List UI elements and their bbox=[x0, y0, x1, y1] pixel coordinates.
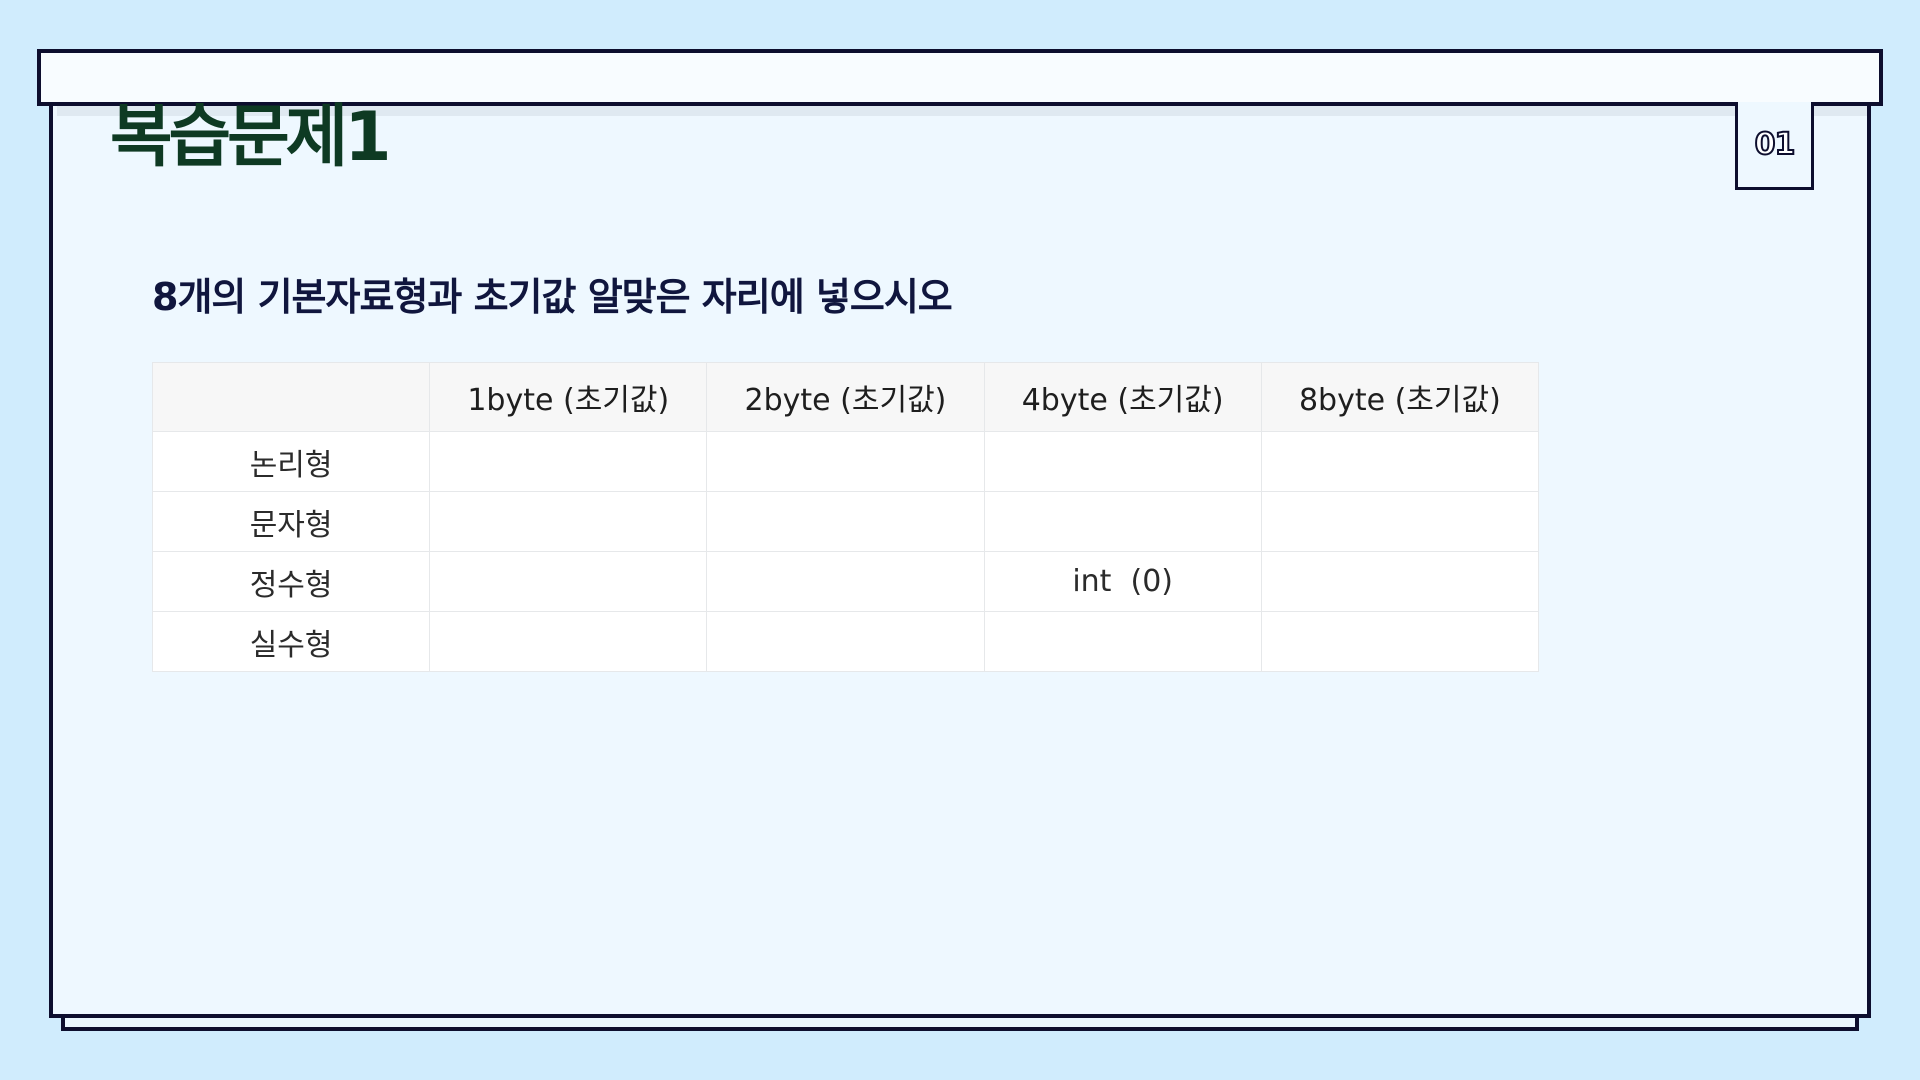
table-header-row: 1byte (초기값) 2byte (초기값) 4byte (초기값) 8byt… bbox=[151, 362, 1540, 432]
table-cell: int (0) bbox=[983, 551, 1262, 612]
table-cell bbox=[1260, 611, 1540, 672]
row-label: 논리형 bbox=[151, 431, 431, 492]
header-cell bbox=[151, 362, 431, 432]
table-cell bbox=[706, 431, 985, 492]
header-cell: 1byte (초기값) bbox=[429, 362, 708, 432]
table-cell bbox=[983, 611, 1262, 672]
slide-title: 복습문제1 bbox=[110, 98, 392, 177]
header-cell: 8byte (초기값) bbox=[1260, 362, 1540, 432]
table-cell bbox=[706, 611, 985, 672]
table-row: 정수형 int (0) bbox=[151, 551, 1540, 612]
data-type-table: 1byte (초기값) 2byte (초기값) 4byte (초기값) 8byt… bbox=[151, 362, 1540, 672]
page-number-tab: 01 bbox=[1735, 102, 1814, 190]
table-cell bbox=[429, 491, 708, 552]
row-label: 정수형 bbox=[151, 551, 431, 612]
table-cell bbox=[706, 551, 985, 612]
table-cell bbox=[429, 431, 708, 492]
page-number: 01 bbox=[1754, 126, 1797, 163]
table-cell bbox=[1260, 431, 1540, 492]
table-cell bbox=[983, 431, 1262, 492]
table-cell bbox=[983, 491, 1262, 552]
table-cell bbox=[1260, 551, 1540, 612]
header-cell: 2byte (초기값) bbox=[706, 362, 985, 432]
table-row: 실수형 bbox=[151, 611, 1540, 672]
table-cell bbox=[706, 491, 985, 552]
table-cell bbox=[429, 551, 708, 612]
row-label: 실수형 bbox=[151, 611, 431, 672]
question-text: 8개의 기본자료형과 초기값 알맞은 자리에 넣으시오 bbox=[152, 275, 953, 319]
header-cell: 4byte (초기값) bbox=[983, 362, 1262, 432]
table-cell bbox=[1260, 491, 1540, 552]
table-cell bbox=[429, 611, 708, 672]
table-row: 논리형 bbox=[151, 431, 1540, 492]
table-row: 문자형 bbox=[151, 491, 1540, 552]
row-label: 문자형 bbox=[151, 491, 431, 552]
